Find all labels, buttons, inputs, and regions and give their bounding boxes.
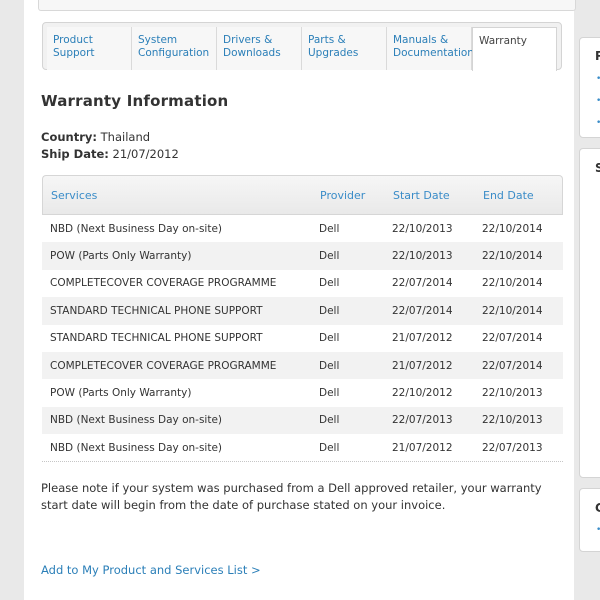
table-row: NBD (Next Business Day on-site) Dell 21/… (42, 434, 563, 461)
tab-label: Upgrades (308, 47, 359, 59)
table-row: STANDARD TECHNICAL PHONE SUPPORT Dell 21… (42, 325, 563, 352)
tab-bar: Product Support System Configuration Dri… (42, 22, 562, 71)
table-row: POW (Parts Only Warranty) Dell 22/10/201… (42, 379, 563, 406)
warranty-note: Please note if your system was purchased… (41, 481, 542, 512)
bullet-icon: • (596, 118, 600, 128)
ship-date-value: 21/07/2012 (112, 147, 179, 161)
cell-start-date: 22/10/2012 (392, 387, 453, 400)
cell-service: POW (Parts Only Warranty) (50, 387, 192, 400)
cell-service: COMPLETECOVER COVERAGE PROGRAMME (50, 277, 277, 290)
column-header-services: Services (42, 175, 319, 215)
cell-end-date: 22/10/2014 (482, 297, 563, 325)
tab-manuals-documentation[interactable]: Manuals & Documentation (387, 27, 474, 70)
bullet-icon: • (596, 525, 600, 535)
tab-label: System (138, 34, 178, 46)
cell-provider: Dell (319, 222, 340, 235)
tab-label: Product (53, 34, 93, 46)
column-header-start-date: Start Date (392, 175, 482, 215)
tab-label: Documentation (393, 47, 474, 59)
column-header-provider: Provider (319, 175, 392, 215)
cell-provider: Dell (319, 387, 340, 400)
cell-start-date: 22/10/2013 (392, 222, 453, 235)
warranty-table: Services Provider Start Date End Date NB… (42, 175, 563, 462)
cell-start-date: 21/07/2012 (392, 441, 453, 454)
cell-end-date: 22/07/2014 (482, 351, 563, 380)
side-box-middle: S (579, 148, 600, 478)
country-value: Thailand (100, 130, 151, 144)
side-box-heading: S (595, 161, 600, 175)
page-title: Warranty Information (41, 92, 229, 110)
cell-service: POW (Parts Only Warranty) (42, 242, 319, 270)
cell-service: STANDARD TECHNICAL PHONE SUPPORT (42, 297, 319, 325)
cell-end-date: 22/10/2013 (482, 406, 563, 435)
table-row: STANDARD TECHNICAL PHONE SUPPORT Dell 22… (42, 297, 563, 325)
cell-end-date: 22/10/2013 (482, 387, 543, 400)
cell-service: STANDARD TECHNICAL PHONE SUPPORT (50, 332, 263, 345)
top-strip (38, 0, 576, 11)
cell-provider: Dell (319, 242, 392, 270)
country-line: Country: Thailand (41, 130, 150, 144)
tab-system-configuration[interactable]: System Configuration (132, 27, 217, 70)
table-row: POW (Parts Only Warranty) Dell 22/10/201… (42, 242, 563, 270)
table-row: NBD (Next Business Day on-site) Dell 22/… (42, 406, 563, 435)
tab-warranty[interactable]: Warranty (472, 27, 557, 71)
cell-start-date: 22/10/2013 (392, 242, 482, 270)
ship-date-label: Ship Date: (41, 147, 109, 161)
cell-end-date: 22/10/2014 (482, 242, 563, 270)
tab-product-support[interactable]: Product Support (47, 27, 132, 70)
cell-end-date: 22/10/2014 (482, 277, 543, 290)
cell-service: NBD (Next Business Day on-site) (50, 222, 223, 235)
cell-start-date: 21/07/2012 (392, 332, 453, 345)
tab-label: Configuration (138, 47, 210, 59)
cell-start-date: 22/07/2014 (392, 277, 453, 290)
cell-start-date: 21/07/2012 (392, 351, 482, 380)
tab-parts-upgrades[interactable]: Parts & Upgrades (302, 27, 387, 70)
bullet-icon: • (596, 74, 600, 84)
cell-service: COMPLETECOVER COVERAGE PROGRAMME (42, 351, 319, 380)
table-header-row: Services Provider Start Date End Date (42, 175, 563, 215)
cell-end-date: 22/10/2014 (482, 222, 543, 235)
side-box-top: P • • • (579, 37, 600, 138)
tab-label: Downloads (223, 47, 281, 59)
tab-drivers-downloads[interactable]: Drivers & Downloads (217, 27, 302, 70)
cell-provider: Dell (319, 332, 340, 345)
column-header-end-date: End Date (482, 175, 563, 215)
tab-label: Parts & (308, 34, 346, 46)
cell-end-date: 22/07/2014 (482, 332, 543, 345)
cell-provider: Dell (319, 441, 340, 454)
side-box-heading: C (595, 501, 600, 515)
side-box-heading: P (595, 49, 600, 63)
tab-label: Warranty (479, 35, 528, 47)
cell-provider: Dell (319, 277, 340, 290)
tab-label: Drivers & (223, 34, 273, 46)
table-row: COMPLETECOVER COVERAGE PROGRAMME Dell 22… (42, 270, 563, 297)
table-row: NBD (Next Business Day on-site) Dell 22/… (42, 215, 563, 242)
cell-service: NBD (Next Business Day on-site) (42, 406, 319, 435)
table-row: COMPLETECOVER COVERAGE PROGRAMME Dell 21… (42, 351, 563, 380)
cell-end-date: 22/07/2013 (482, 441, 543, 454)
tab-label: Support (53, 47, 95, 59)
ship-date-line: Ship Date: 21/07/2012 (41, 147, 179, 161)
cell-start-date: 22/07/2014 (392, 297, 482, 325)
tab-label: Manuals & (393, 34, 449, 46)
cell-provider: Dell (319, 406, 392, 435)
add-to-product-list-link[interactable]: Add to My Product and Services List > (41, 563, 261, 577)
table-divider (42, 461, 563, 462)
cell-provider: Dell (319, 351, 392, 380)
cell-start-date: 22/07/2013 (392, 406, 482, 435)
bullet-icon: • (596, 96, 600, 106)
cell-service: NBD (Next Business Day on-site) (50, 441, 223, 454)
side-box-bottom: C • (579, 488, 600, 552)
cell-provider: Dell (319, 297, 392, 325)
country-label: Country: (41, 130, 97, 144)
